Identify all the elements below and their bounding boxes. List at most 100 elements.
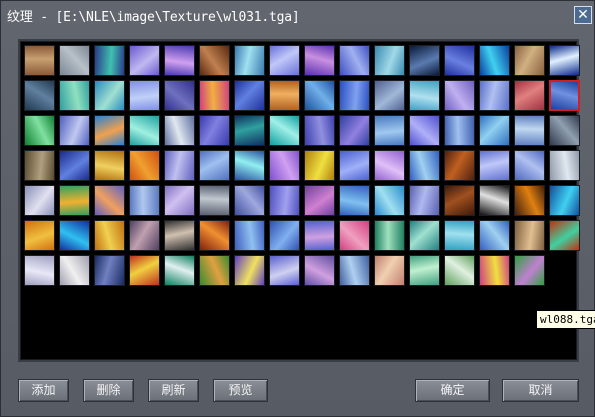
texture-thumbnail[interactable] bbox=[514, 80, 545, 111]
texture-thumbnail[interactable] bbox=[409, 150, 440, 181]
texture-thumbnail[interactable] bbox=[479, 150, 510, 181]
texture-thumbnail[interactable] bbox=[549, 115, 580, 146]
texture-thumbnail[interactable] bbox=[409, 115, 440, 146]
texture-thumbnail[interactable] bbox=[94, 80, 125, 111]
texture-thumbnail[interactable] bbox=[164, 150, 195, 181]
texture-thumbnail[interactable] bbox=[339, 255, 370, 286]
texture-thumbnail[interactable] bbox=[269, 45, 300, 76]
texture-thumbnail[interactable] bbox=[234, 80, 265, 111]
texture-thumbnail[interactable] bbox=[409, 220, 440, 251]
texture-thumbnail[interactable] bbox=[59, 80, 90, 111]
texture-thumbnail[interactable] bbox=[94, 185, 125, 216]
texture-thumbnail[interactable] bbox=[94, 45, 125, 76]
texture-thumbnail[interactable] bbox=[199, 150, 230, 181]
texture-thumbnail[interactable] bbox=[444, 115, 475, 146]
texture-thumbnail[interactable] bbox=[549, 45, 580, 76]
texture-thumbnail[interactable] bbox=[374, 115, 405, 146]
texture-thumbnail[interactable] bbox=[339, 220, 370, 251]
texture-thumbnail[interactable] bbox=[164, 45, 195, 76]
texture-thumbnail[interactable] bbox=[164, 115, 195, 146]
texture-thumbnail[interactable] bbox=[514, 220, 545, 251]
cancel-button[interactable]: 取消 bbox=[502, 379, 579, 402]
texture-thumbnail[interactable] bbox=[339, 45, 370, 76]
texture-thumbnail[interactable] bbox=[234, 45, 265, 76]
texture-thumbnail[interactable] bbox=[444, 45, 475, 76]
texture-thumbnail[interactable] bbox=[479, 185, 510, 216]
texture-thumbnail[interactable] bbox=[59, 185, 90, 216]
texture-thumbnail[interactable] bbox=[374, 255, 405, 286]
texture-thumbnail[interactable] bbox=[269, 255, 300, 286]
title-bar[interactable]: 纹理 - [E:\NLE\image\Texture\wl031.tga] ✕ bbox=[1, 1, 594, 29]
texture-thumbnail[interactable] bbox=[59, 45, 90, 76]
texture-thumbnail[interactable] bbox=[269, 80, 300, 111]
texture-thumbnail[interactable] bbox=[304, 185, 335, 216]
texture-thumbnail[interactable] bbox=[304, 255, 335, 286]
texture-thumbnail[interactable] bbox=[479, 45, 510, 76]
texture-thumbnail[interactable] bbox=[164, 185, 195, 216]
texture-thumbnail[interactable] bbox=[304, 80, 335, 111]
texture-thumbnail[interactable] bbox=[479, 220, 510, 251]
texture-thumbnail[interactable] bbox=[549, 220, 580, 251]
texture-thumbnail[interactable] bbox=[409, 185, 440, 216]
texture-thumbnail[interactable] bbox=[514, 185, 545, 216]
texture-thumbnail[interactable] bbox=[304, 220, 335, 251]
texture-thumbnail[interactable] bbox=[234, 185, 265, 216]
texture-thumbnail[interactable] bbox=[374, 150, 405, 181]
texture-thumbnail[interactable] bbox=[304, 45, 335, 76]
preview-button[interactable]: 预览 bbox=[213, 379, 268, 402]
texture-thumbnail[interactable] bbox=[164, 80, 195, 111]
texture-thumbnail[interactable] bbox=[549, 185, 580, 216]
texture-thumbnail[interactable] bbox=[444, 150, 475, 181]
texture-thumbnail[interactable] bbox=[409, 255, 440, 286]
texture-thumbnail[interactable] bbox=[94, 150, 125, 181]
texture-thumbnail[interactable] bbox=[479, 80, 510, 111]
texture-thumbnail[interactable] bbox=[199, 80, 230, 111]
texture-thumbnail[interactable] bbox=[514, 150, 545, 181]
ok-button[interactable]: 确定 bbox=[415, 379, 490, 402]
texture-thumbnail[interactable] bbox=[234, 255, 265, 286]
texture-thumbnail[interactable] bbox=[269, 185, 300, 216]
texture-thumbnail[interactable] bbox=[374, 185, 405, 216]
texture-thumbnail[interactable] bbox=[514, 45, 545, 76]
texture-thumbnail[interactable] bbox=[94, 255, 125, 286]
texture-thumbnail[interactable] bbox=[129, 220, 160, 251]
texture-thumbnail[interactable] bbox=[339, 115, 370, 146]
texture-thumbnail[interactable] bbox=[129, 115, 160, 146]
texture-thumbnail[interactable] bbox=[59, 220, 90, 251]
texture-thumbnail[interactable] bbox=[59, 150, 90, 181]
texture-thumbnail[interactable] bbox=[549, 150, 580, 181]
texture-thumbnail[interactable] bbox=[199, 185, 230, 216]
texture-thumbnail[interactable] bbox=[374, 80, 405, 111]
texture-thumbnail[interactable] bbox=[24, 185, 55, 216]
texture-thumbnail[interactable] bbox=[479, 255, 510, 286]
texture-thumbnail[interactable] bbox=[514, 115, 545, 146]
texture-thumbnail[interactable] bbox=[94, 115, 125, 146]
add-button[interactable]: 添加 bbox=[18, 379, 69, 402]
texture-thumbnail[interactable] bbox=[409, 45, 440, 76]
texture-thumbnail[interactable] bbox=[24, 115, 55, 146]
refresh-button[interactable]: 刷新 bbox=[148, 379, 199, 402]
texture-thumbnail[interactable] bbox=[24, 255, 55, 286]
texture-thumbnail[interactable] bbox=[234, 220, 265, 251]
texture-thumbnail[interactable] bbox=[339, 185, 370, 216]
texture-thumbnail[interactable] bbox=[129, 45, 160, 76]
texture-thumbnail[interactable] bbox=[59, 255, 90, 286]
texture-thumbnail[interactable] bbox=[199, 115, 230, 146]
texture-thumbnail[interactable] bbox=[479, 115, 510, 146]
texture-thumbnail[interactable] bbox=[269, 150, 300, 181]
texture-thumbnail[interactable] bbox=[199, 45, 230, 76]
texture-thumbnail[interactable] bbox=[304, 115, 335, 146]
texture-thumbnail[interactable] bbox=[444, 255, 475, 286]
texture-thumbnail[interactable] bbox=[24, 45, 55, 76]
texture-thumbnail[interactable] bbox=[514, 255, 545, 286]
texture-thumbnail[interactable] bbox=[234, 115, 265, 146]
texture-thumbnail[interactable] bbox=[129, 185, 160, 216]
texture-thumbnail[interactable] bbox=[24, 150, 55, 181]
texture-thumbnail[interactable] bbox=[444, 185, 475, 216]
texture-thumbnail[interactable] bbox=[94, 220, 125, 251]
texture-thumbnail[interactable] bbox=[199, 255, 230, 286]
texture-thumbnail[interactable] bbox=[164, 255, 195, 286]
texture-thumbnail[interactable] bbox=[59, 115, 90, 146]
texture-thumbnail[interactable] bbox=[374, 45, 405, 76]
delete-button[interactable]: 删除 bbox=[83, 379, 134, 402]
